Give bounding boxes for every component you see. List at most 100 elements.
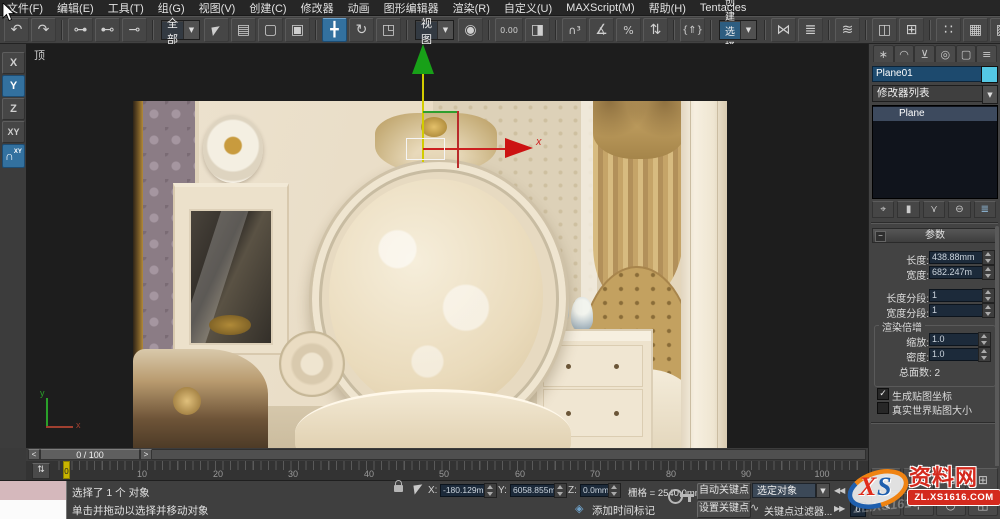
layer-manager-icon[interactable]: ≋ [835, 18, 860, 42]
remove-modifier-icon[interactable]: ⊖ [948, 201, 970, 218]
menu-rendering[interactable]: 渲染(R) [446, 0, 497, 16]
tab-display-icon[interactable]: ▢ [956, 45, 977, 62]
isolate-cube-icon[interactable]: ◈ [575, 502, 583, 515]
select-move-icon[interactable]: ╋ [322, 18, 347, 42]
key-mode-dropdown[interactable]: 选定对象 [752, 483, 816, 498]
selected-plane-wireframe[interactable] [406, 138, 445, 160]
chevron-down-icon[interactable]: ▼ [183, 21, 199, 39]
menu-views[interactable]: 视图(V) [192, 0, 243, 16]
render-setup-icon[interactable]: ▦ [963, 18, 988, 42]
z-spinner[interactable] [608, 483, 621, 498]
set-key-button[interactable]: 设置关键点 [697, 501, 751, 518]
x-spinner[interactable] [484, 483, 497, 498]
menu-modifiers[interactable]: 修改器 [294, 0, 341, 16]
absolute-mode-icon[interactable] [413, 484, 423, 494]
modifier-list-dropdown[interactable]: 修改器列表 [872, 85, 991, 102]
prev-frame-button[interactable]: < [28, 449, 40, 460]
go-to-start-icon[interactable]: ◀◀ [834, 486, 844, 495]
viewport-label[interactable]: 顶 [34, 47, 45, 63]
time-slider-thumb[interactable]: 0 / 100 [40, 449, 140, 460]
snap-toggle-icon[interactable]: ∩³ [562, 18, 587, 42]
width-segs-spinner[interactable] [982, 303, 995, 318]
selection-lock-icon[interactable] [394, 485, 403, 492]
render-density-spinner[interactable] [978, 347, 991, 362]
chevron-down-icon[interactable]: ▼ [437, 21, 453, 39]
generate-mapping-coords-checkbox[interactable]: ✓ [877, 388, 889, 400]
tab-hierarchy-icon[interactable]: ⊻ [914, 45, 935, 62]
maxscript-listener-pink[interactable] [0, 481, 67, 501]
select-link-icon[interactable]: ⊶ [68, 18, 93, 42]
gizmo-plane-handle-red[interactable] [457, 111, 459, 168]
panel-scrollbar[interactable] [995, 226, 999, 476]
time-slider-track[interactable] [28, 449, 866, 460]
mini-curve-editor-icon[interactable]: ⇅ [32, 463, 50, 479]
spinner-snap-icon[interactable]: ⇅ [643, 18, 668, 42]
track-bar[interactable]: ⇅ 0 10 20 30 40 50 60 70 80 90 100 [26, 461, 868, 481]
rect-selection-region-icon[interactable]: ▢ [258, 18, 283, 42]
menu-tools[interactable]: 工具(T) [101, 0, 151, 16]
menu-maxscript[interactable]: MAXScript(M) [559, 2, 641, 14]
width-segs-field[interactable]: 1 [929, 304, 983, 317]
menu-create[interactable]: 创建(C) [242, 0, 293, 16]
tab-motion-icon[interactable]: ◎ [935, 45, 956, 62]
align-icon[interactable]: ≣ [798, 18, 823, 42]
width-spinner[interactable] [982, 265, 995, 280]
next-frame-button[interactable]: > [140, 449, 152, 460]
reference-coord-dropdown[interactable]: 视图 ▼ [415, 20, 454, 40]
gizmo-x-arrowhead[interactable] [505, 138, 533, 158]
rendered-frame-icon[interactable]: ▨ [990, 18, 1000, 42]
select-manipulate-icon[interactable]: ◨ [525, 18, 550, 42]
make-unique-icon[interactable]: ⋎ [923, 201, 945, 218]
use-pivot-center-icon[interactable]: ◉ [458, 18, 483, 42]
chevron-down-icon[interactable]: ▼ [982, 85, 998, 104]
axis-y-button[interactable]: Y [2, 75, 25, 97]
render-density-field[interactable]: 1.0 [929, 348, 979, 361]
auto-key-button[interactable]: 自动关键点 [697, 483, 751, 500]
key-filter-wave-icon[interactable]: ∿ [750, 501, 759, 514]
chevron-down-icon[interactable]: ▼ [740, 21, 756, 39]
current-frame-marker[interactable]: 0 [63, 461, 70, 479]
select-object-icon[interactable]: ◤ [204, 18, 229, 42]
y-coordinate-field[interactable]: 6058.855m [510, 484, 558, 497]
key-filters-button[interactable]: 关键点过滤器... [764, 503, 832, 518]
schematic-view-icon[interactable]: ⊞ [899, 18, 924, 42]
track-bar-ruler[interactable] [54, 461, 860, 470]
axis-xy-button[interactable]: XY [2, 121, 25, 143]
gizmo-plane-handle-green[interactable] [423, 111, 459, 113]
modifier-stack[interactable]: Plane [872, 105, 998, 199]
configure-modifier-sets-icon[interactable]: ≣ [974, 201, 996, 218]
window-crossing-icon[interactable]: ▣ [285, 18, 310, 42]
mirror-icon[interactable]: ⋈ [771, 18, 796, 42]
gizmo-y-arrowhead[interactable] [412, 44, 434, 74]
x-coordinate-field[interactable]: -180.129m [440, 484, 488, 497]
angle-snap-icon[interactable]: ∡ [589, 18, 614, 42]
add-time-tag[interactable]: 添加时间标记 [592, 503, 655, 518]
named-selection-dropdown[interactable]: 创建选择集 ▼ [719, 20, 757, 40]
unlink-icon[interactable]: ⊷ [95, 18, 120, 42]
material-editor-icon[interactable]: ∷ [936, 18, 961, 42]
object-color-swatch[interactable] [981, 66, 998, 83]
real-world-map-size-checkbox[interactable] [877, 402, 889, 414]
object-name-field[interactable]: Plane01 [872, 66, 985, 82]
axis-x-button[interactable]: X [2, 52, 25, 74]
width-field[interactable]: 682.247m [929, 266, 983, 279]
render-scale-field[interactable]: 1.0 [929, 333, 979, 346]
select-rotate-icon[interactable]: ↻ [349, 18, 374, 42]
go-to-end-icon[interactable]: ▶▶ [834, 504, 844, 513]
render-scale-spinner[interactable] [978, 332, 991, 347]
menu-graph-editors[interactable]: 图形编辑器 [377, 0, 446, 16]
menu-help[interactable]: 帮助(H) [642, 0, 693, 16]
redo-icon[interactable]: ↷ [31, 18, 56, 42]
collapse-icon[interactable]: − [875, 231, 886, 242]
parameters-rollout-header[interactable]: − 参数 [872, 228, 998, 243]
percent-snap-icon[interactable]: % [616, 18, 641, 42]
length-spinner[interactable] [982, 250, 995, 265]
viewport-top[interactable]: 顶 [26, 44, 868, 448]
menu-tentacles[interactable]: Tentacles [693, 2, 753, 14]
curve-editor-icon[interactable]: ◫ [872, 18, 897, 42]
y-spinner[interactable] [554, 483, 567, 498]
tab-create-icon[interactable]: ∗ [873, 45, 894, 62]
length-segs-field[interactable]: 1 [929, 289, 983, 302]
menu-edit[interactable]: 编辑(E) [50, 0, 101, 16]
bind-spacewarp-icon[interactable]: ⊸ [122, 18, 147, 42]
